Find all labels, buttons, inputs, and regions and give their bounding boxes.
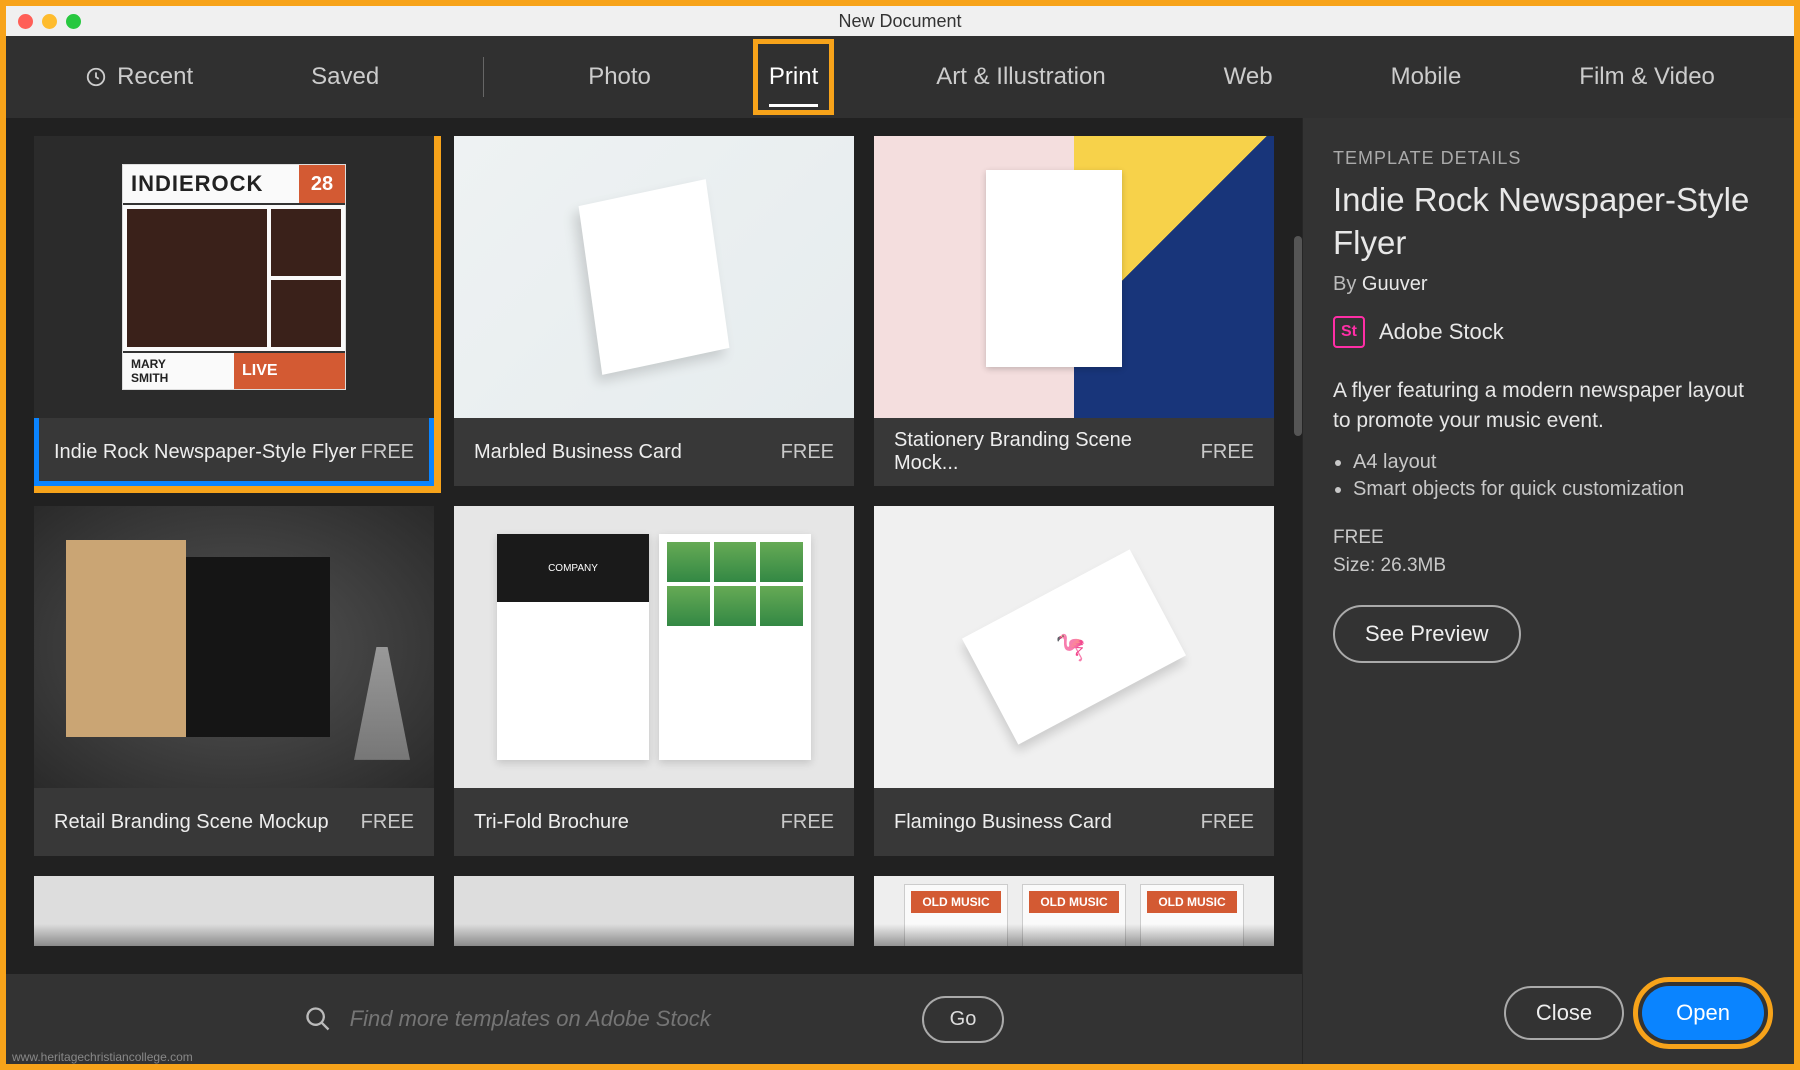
feature-item: A4 layout bbox=[1353, 451, 1764, 474]
stock-icon: St bbox=[1333, 316, 1365, 348]
template-price: FREE bbox=[361, 811, 414, 834]
see-preview-button[interactable]: See Preview bbox=[1333, 605, 1521, 663]
search-input[interactable] bbox=[350, 1006, 904, 1032]
tab-mobile[interactable]: Mobile bbox=[1377, 41, 1476, 113]
template-thumbnail bbox=[874, 136, 1274, 418]
template-card[interactable]: Marbled Business Card FREE bbox=[454, 136, 854, 486]
adobe-stock-link[interactable]: St Adobe Stock bbox=[1333, 316, 1764, 348]
close-button[interactable]: Close bbox=[1504, 986, 1624, 1040]
template-card[interactable] bbox=[34, 876, 434, 946]
template-author: By Guuver bbox=[1333, 273, 1764, 296]
clock-icon bbox=[85, 66, 107, 88]
tab-print[interactable]: Print bbox=[755, 41, 832, 113]
feature-item: Smart objects for quick customization bbox=[1353, 478, 1764, 501]
details-panel: TEMPLATE DETAILS Indie Rock Newspaper-St… bbox=[1302, 118, 1794, 1064]
template-name: Tri-Fold Brochure bbox=[474, 811, 629, 834]
tab-film-video[interactable]: Film & Video bbox=[1565, 41, 1729, 113]
search-icon bbox=[304, 1005, 332, 1033]
template-description: A flyer featuring a modern newspaper lay… bbox=[1333, 376, 1764, 437]
template-card[interactable]: COMPANY Tri-Fold Brochure FREE bbox=[454, 506, 854, 856]
template-thumbnail bbox=[34, 506, 434, 788]
template-thumbnail: 🦩 bbox=[874, 506, 1274, 788]
template-price: FREE bbox=[781, 441, 834, 464]
search-bar: Go bbox=[6, 974, 1302, 1064]
template-size: Size: 26.3MB bbox=[1333, 555, 1764, 577]
templates-scrollbar[interactable] bbox=[1294, 236, 1302, 436]
template-card[interactable]: INDIEROCK28 MARYSMITHLIVE Indie Rock New… bbox=[34, 136, 434, 486]
window-title: New Document bbox=[838, 11, 961, 32]
tab-saved[interactable]: Saved bbox=[297, 41, 393, 113]
template-card[interactable]: Retail Branding Scene Mockup FREE bbox=[34, 506, 434, 856]
tab-recent-label: Recent bbox=[117, 63, 193, 91]
template-thumbnail bbox=[454, 876, 854, 946]
template-thumbnail: INDIEROCK28 MARYSMITHLIVE bbox=[34, 136, 434, 418]
template-price: FREE bbox=[361, 441, 414, 464]
template-features: A4 layout Smart objects for quick custom… bbox=[1353, 447, 1764, 505]
go-button[interactable]: Go bbox=[922, 996, 1005, 1043]
title-bar: New Document bbox=[6, 6, 1794, 36]
template-name: Indie Rock Newspaper-Style Flyer bbox=[54, 441, 356, 464]
close-window-icon[interactable] bbox=[18, 14, 33, 29]
template-price: FREE bbox=[781, 811, 834, 834]
window-controls bbox=[18, 14, 81, 29]
minimize-window-icon[interactable] bbox=[42, 14, 57, 29]
details-heading: TEMPLATE DETAILS bbox=[1333, 148, 1764, 169]
template-thumbnail: OLD MUSICOLD MUSICOLD MUSIC bbox=[874, 876, 1274, 946]
open-button[interactable]: Open bbox=[1642, 986, 1764, 1040]
stock-label: Adobe Stock bbox=[1379, 319, 1504, 345]
tab-recent[interactable]: Recent bbox=[71, 41, 207, 113]
template-card[interactable]: OLD MUSICOLD MUSICOLD MUSIC bbox=[874, 876, 1274, 946]
template-name: Retail Branding Scene Mockup bbox=[54, 811, 329, 834]
tab-photo[interactable]: Photo bbox=[574, 41, 665, 113]
templates-panel: INDIEROCK28 MARYSMITHLIVE Indie Rock New… bbox=[6, 118, 1302, 1064]
template-card[interactable]: Stationery Branding Scene Mock... FREE bbox=[874, 136, 1274, 486]
watermark: www.heritagechristiancollege.com bbox=[12, 1050, 193, 1064]
template-name: Flamingo Business Card bbox=[894, 811, 1112, 834]
template-card[interactable]: 🦩 Flamingo Business Card FREE bbox=[874, 506, 1274, 856]
tab-art-illustration[interactable]: Art & Illustration bbox=[922, 41, 1119, 113]
template-name: Stationery Branding Scene Mock... bbox=[894, 429, 1201, 475]
template-thumbnail bbox=[454, 136, 854, 418]
tab-web[interactable]: Web bbox=[1210, 41, 1287, 113]
template-thumbnail: COMPANY bbox=[454, 506, 854, 788]
template-card[interactable] bbox=[454, 876, 854, 946]
template-price: FREE bbox=[1201, 441, 1254, 464]
template-price-label: FREE bbox=[1333, 527, 1764, 549]
template-title: Indie Rock Newspaper-Style Flyer bbox=[1333, 179, 1764, 265]
template-price: FREE bbox=[1201, 811, 1254, 834]
nav-divider bbox=[483, 57, 484, 97]
template-thumbnail bbox=[34, 876, 434, 946]
template-name: Marbled Business Card bbox=[474, 441, 682, 464]
zoom-window-icon[interactable] bbox=[66, 14, 81, 29]
category-tabs: Recent Saved Photo Print Art & Illustrat… bbox=[6, 36, 1794, 118]
